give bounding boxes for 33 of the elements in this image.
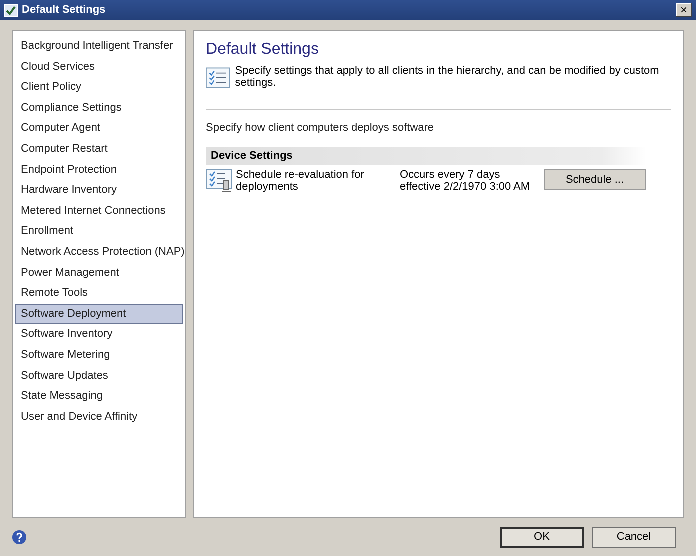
sidebar-item[interactable]: Software Updates	[15, 366, 183, 386]
window-title: Default Settings	[22, 4, 107, 16]
page-heading: Default Settings	[206, 41, 320, 59]
checklist-icon	[206, 169, 232, 193]
sidebar-item[interactable]: State Messaging	[15, 386, 183, 407]
sidebar-item[interactable]: Software Inventory	[15, 324, 183, 345]
sidebar-item[interactable]: Compliance Settings	[15, 98, 183, 118]
checklist-icon	[206, 67, 230, 89]
section-intro: Specify how client computers deploys software	[206, 122, 436, 134]
setting-value: Occurs every 7 days effective 2/2/1970 3:00 AM	[400, 169, 532, 193]
setting-label: Schedule re-evaluation for deployments	[236, 169, 366, 193]
sidebar-item[interactable]: Network Access Protection (NAP)	[15, 242, 183, 263]
sidebar-item[interactable]: Software Deployment	[15, 304, 183, 324]
sidebar-item[interactable]: Software Metering	[15, 344, 183, 366]
description-text: Specify settings that apply to all clients in the hierarchy, and can be modified by custom settings.	[235, 65, 660, 89]
sidebar-item[interactable]: Computer Restart	[15, 138, 183, 160]
close-button[interactable]: ×	[676, 3, 692, 17]
window-icon	[4, 4, 18, 16]
dialog-button[interactable]: OK	[500, 526, 584, 548]
sidebar-item[interactable]: Enrollment	[15, 221, 183, 242]
sidebar-item[interactable]: Power Management	[15, 262, 183, 284]
sidebar-item[interactable]: Metered Internet Connections	[15, 200, 183, 222]
sidebar-item[interactable]: Cloud Services	[15, 56, 183, 78]
sidebar-item[interactable]: User and Device Affinity	[15, 406, 183, 428]
help-icon[interactable]	[12, 530, 27, 544]
sidebar-item[interactable]: Background Intelligent Transfer	[15, 36, 183, 57]
sidebar-item[interactable]: Remote Tools	[15, 283, 183, 304]
sidebar-item[interactable]: Endpoint Protection	[15, 160, 183, 180]
sidebar-item[interactable]: Computer Agent	[15, 118, 183, 139]
dialog-button[interactable]: Cancel	[592, 526, 676, 548]
schedule-button[interactable]: Schedule ...	[544, 169, 646, 190]
sidebar-item[interactable]: Client Policy	[15, 77, 183, 98]
sidebar-item[interactable]: Hardware Inventory	[15, 180, 183, 201]
